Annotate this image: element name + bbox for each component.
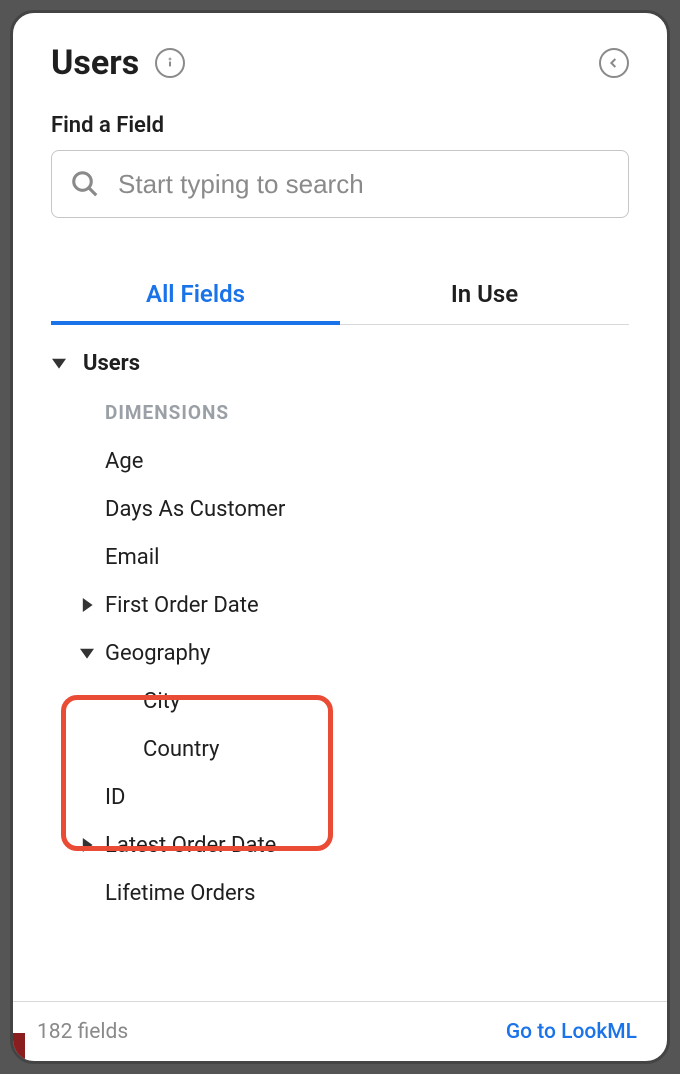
field-picker-panel: Users Find a Field All Fields In Use [10, 10, 670, 1064]
go-to-lookml-link[interactable]: Go to LookML [506, 1020, 637, 1044]
dimensions-heading: DIMENSIONS [13, 387, 667, 437]
field-days-as-customer[interactable]: Days As Customer [13, 485, 667, 533]
chevron-down-icon [45, 356, 73, 370]
field-count: 182 fields [37, 1020, 128, 1044]
tab-in-use[interactable]: In Use [340, 266, 629, 324]
field-latest-order-date[interactable]: Latest Order Date [13, 821, 667, 869]
header: Users Find a Field All Fields In Use [13, 13, 667, 325]
search-box[interactable] [51, 150, 629, 218]
title-left: Users [51, 43, 185, 83]
view-group-users[interactable]: Users [13, 339, 667, 387]
decorative-edge [13, 1033, 25, 1061]
field-first-order-date[interactable]: First Order Date [13, 581, 667, 629]
field-tree: Users DIMENSIONS Age Days As Customer Em… [13, 325, 667, 1001]
view-group-label: Users [83, 351, 140, 376]
search-icon [70, 169, 100, 199]
explore-title: Users [51, 43, 139, 83]
title-row: Users [51, 43, 629, 83]
field-city[interactable]: City [13, 677, 667, 725]
field-id[interactable]: ID [13, 773, 667, 821]
chevron-right-icon [73, 838, 101, 852]
field-lifetime-orders[interactable]: Lifetime Orders [13, 869, 667, 917]
chevron-down-icon [73, 646, 101, 660]
footer: 182 fields Go to LookML [13, 1001, 667, 1061]
field-age[interactable]: Age [13, 437, 667, 485]
field-country[interactable]: Country [13, 725, 667, 773]
field-group-geography[interactable]: Geography [13, 629, 667, 677]
tabs: All Fields In Use [51, 266, 629, 325]
field-email[interactable]: Email [13, 533, 667, 581]
search-input[interactable] [118, 169, 610, 200]
chevron-right-icon [73, 598, 101, 612]
collapse-icon[interactable] [599, 48, 629, 78]
tab-all-fields[interactable]: All Fields [51, 266, 340, 324]
info-icon[interactable] [155, 48, 185, 78]
find-field-label: Find a Field [51, 113, 629, 138]
